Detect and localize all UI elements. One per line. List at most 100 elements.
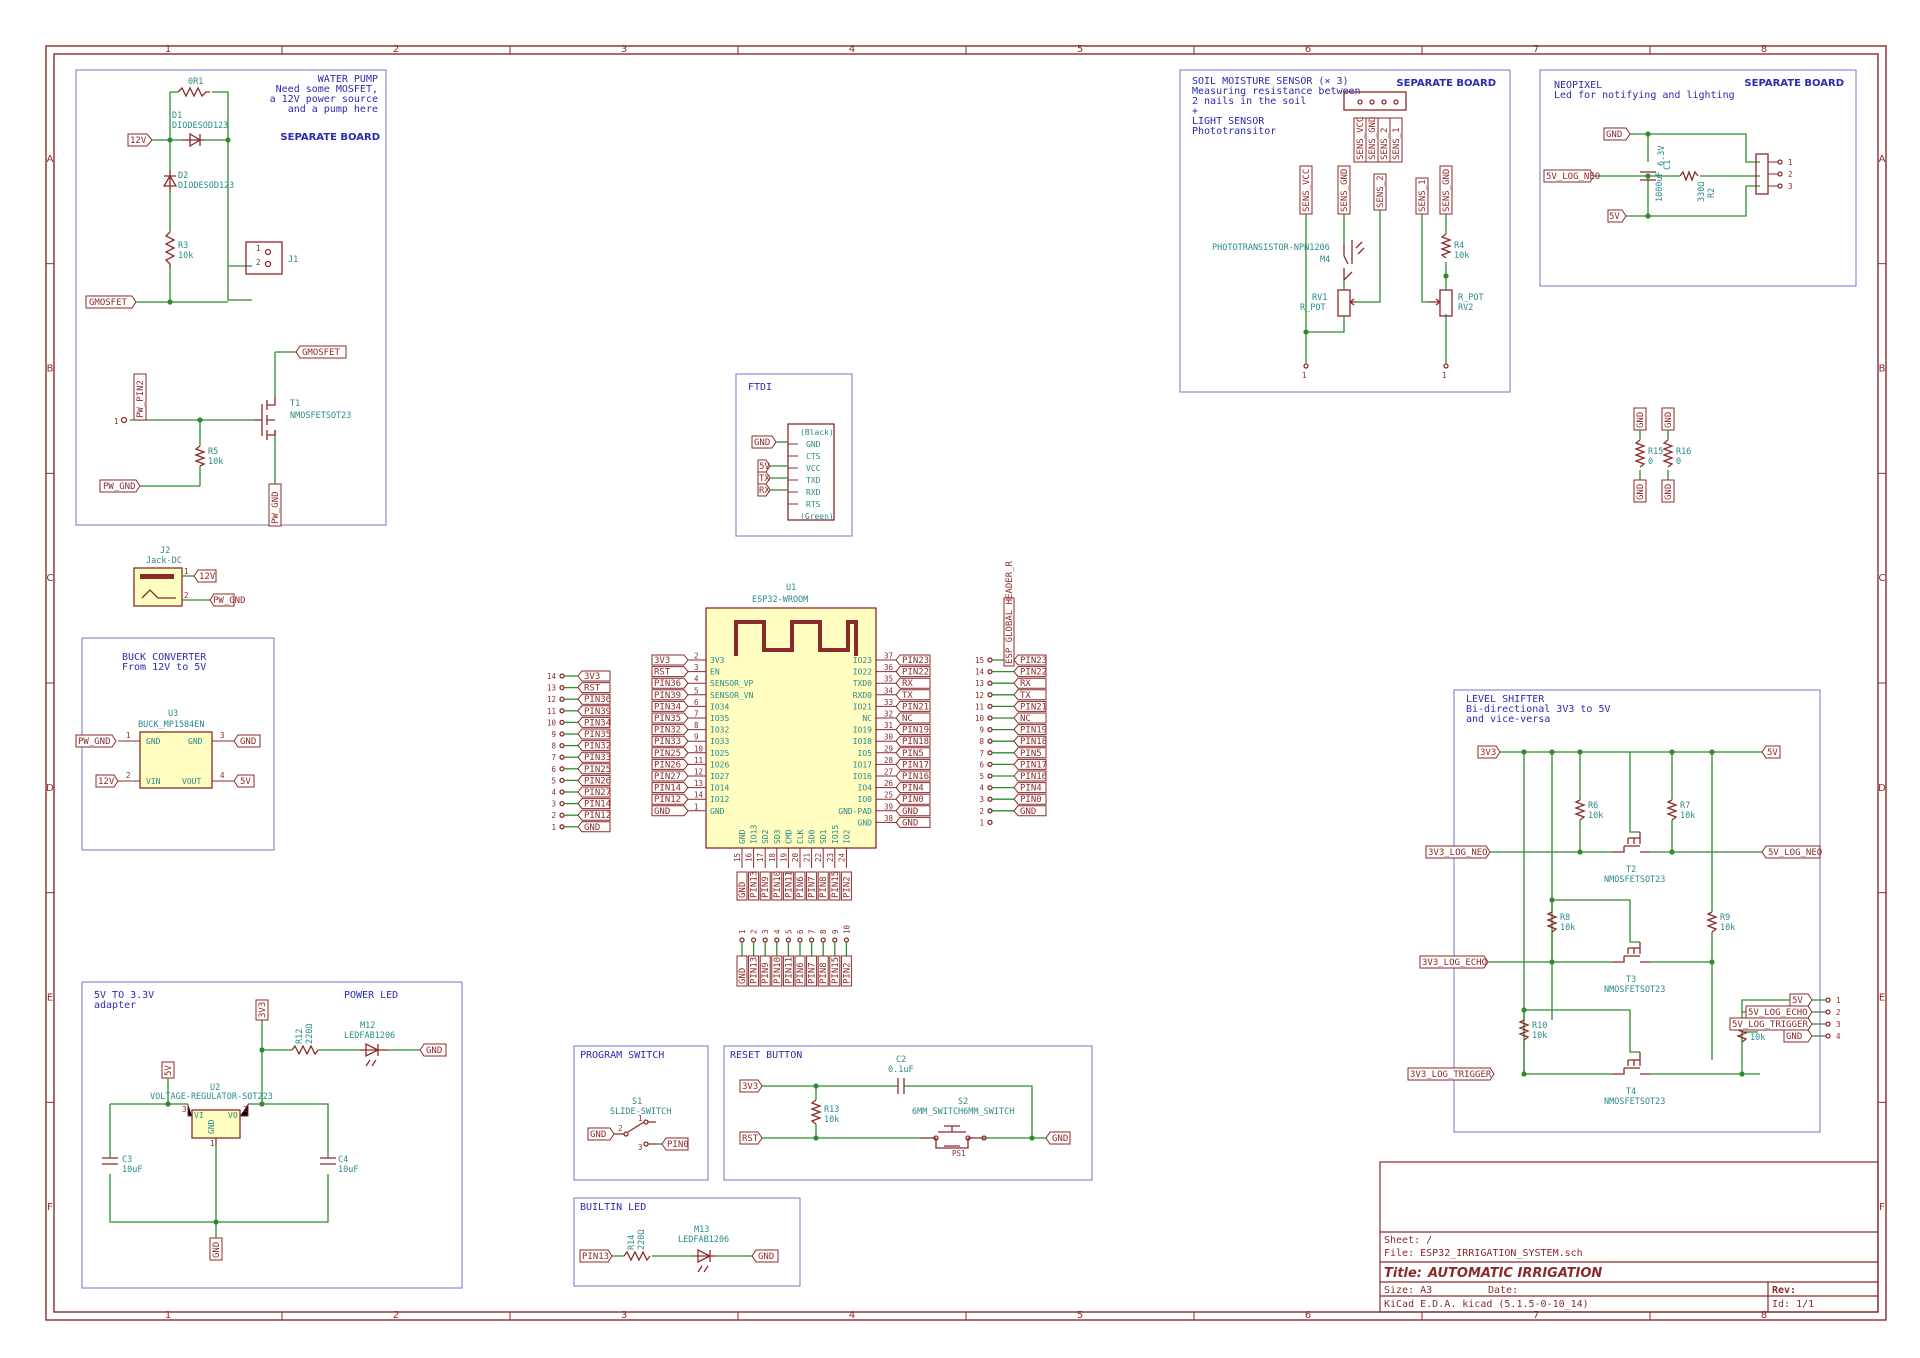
header-pin [750,937,757,943]
header-pin-number: 8 [819,929,828,934]
header-pin [987,750,993,756]
net-tag-gnd-ls-conn: GND [1783,1029,1813,1043]
header-pin-number: 4 [551,788,556,797]
svg-text:5V: 5V [1792,996,1803,1006]
header-net-label: PIN36 [584,695,611,705]
header-pin-number: 5 [979,772,984,781]
svg-text:TX: TX [759,474,770,484]
tb-sheet: Sheet: / [1384,1235,1432,1246]
col-label-top: 2 [393,44,399,55]
svg-text:GND: GND [758,1252,774,1262]
r2-value: 330Ω [1697,182,1707,202]
esp-pin-name: SD3 [773,829,782,844]
r8-value: 10k [1560,923,1575,933]
header-pin-number: 6 [979,760,984,769]
esp-pin-number: 9 [694,733,699,742]
d1-diode [182,132,204,148]
u3-pin4: 4 [220,771,225,780]
net-tag-5v-neo: 5V [1607,209,1627,223]
junction [1303,329,1309,335]
r6-ref: R6 [1588,801,1598,811]
net-tag-sens-gnd: SENS_GND [1337,165,1351,215]
junction [165,1101,171,1107]
header-net-label: PIN21 [1020,702,1047,712]
esp-net-label: PIN10 [773,871,783,898]
r13-value: 10k [824,1115,839,1125]
u1-ref: U1 [786,583,796,593]
header-net-label: PIN33 [584,753,611,763]
net-tag-header-left: PIN27 [577,786,611,798]
t3-value: NMOSFETSOT23 [1604,985,1665,995]
j2-num2: 2 [184,591,189,600]
d2-diode [162,170,178,192]
r8-ref: R8 [1560,913,1570,923]
r14-resistor [623,1250,651,1262]
col-label-top: 7 [1533,44,1539,55]
net-tag-esp-right: PIN4 [895,782,931,794]
title-block-frame [1379,1161,1879,1313]
u1-value: ESP32-WROOM [752,595,808,605]
c1-value: 1000uF [1655,171,1665,202]
j1-connector [245,241,283,275]
net-tag-header-right: PIN22 [1013,666,1047,678]
tb-size: Size: A3 [1384,1285,1432,1296]
s1-ref: S1 [632,1097,642,1107]
u3-ref: U3 [168,709,178,719]
t2-ref: T2 [1626,865,1636,875]
header-pin-number: 3 [979,795,984,804]
esp-pin-number: 10 [694,744,704,753]
tb-date: Date: [1488,1285,1518,1296]
header-net-label: PIN2 [842,962,852,984]
builtin-led-section: BUILTIN LED R14 220Ω M13 LEDFAB1206 PIN1… [573,1197,801,1287]
header-net-label: PIN12 [584,811,611,821]
header-pin-number: 1 [551,823,556,832]
svg-text:3V3_LOG_NEO: 3V3_LOG_NEO [1428,848,1488,858]
junction [1521,1007,1527,1013]
svg-text:PIN13: PIN13 [582,1252,609,1262]
r1-resistor [177,86,210,98]
svg-text:SENS_2: SENS_2 [1376,175,1386,208]
esp-pin-name: SENSOR_VN [710,691,754,700]
net-tag-3v3-log-neo: 3V3_LOG_NEO [1425,845,1491,859]
col-label-top: 3 [621,44,627,55]
svg-text:3V3_LOG_ECHO: 3V3_LOG_ECHO [1422,958,1487,968]
net-tag-esp-left: PIN39 [651,689,689,701]
rv1-value: R_POT [1300,303,1326,313]
header-pin [987,808,993,814]
net-tag-esp-left: PIN36 [651,677,689,689]
esp-net-label: PIN7 [808,876,818,898]
row-label-right: D [1878,783,1886,794]
header-pin-number: 9 [831,929,840,934]
m13-value: LEDFAB1206 [678,1235,729,1245]
ls-conn-number: 3 [1836,1020,1841,1029]
esp-pin-number: 5 [694,686,699,695]
esp-pin-number: 15 [733,853,742,862]
net-tag-5v-log-trigger: 5V_LOG_TRIGGER [1729,1017,1813,1031]
net-tag-5v-ls-conn: 5V [1789,993,1813,1007]
svg-text:SENS_GND: SENS_GND [1442,169,1452,212]
ls-conn-number: 1 [1836,996,1841,1005]
esp-pin-name: IO34 [710,702,729,711]
d2-value: DIODESOD123 [178,181,234,191]
header-pin [987,715,993,721]
esp-pin-number: 17 [756,853,765,862]
esp-net-label: RST [654,668,671,678]
u2-value: VOLTAGE-REGULATOR-SOT223 [150,1092,273,1102]
d2-ref: D2 [178,171,188,181]
water-pump-section: WATER PUMP Need some MOSFET, a 12V power… [75,69,387,527]
net-tag-gnd-r16-bot: GND [1661,479,1675,503]
net-tag-esp-right: PIN18 [895,735,931,747]
header-net-label: PIN14 [584,800,611,810]
net-tag-gnd-reset: GND [1045,1131,1071,1145]
junction [1521,749,1527,755]
d1-value: DIODESOD123 [172,121,228,131]
esp-pin-number: 19 [779,853,788,862]
soil-conn-labels: SENS_VCC SENS_GND SENS_2 SENS_1 [1353,117,1403,163]
esp-pin-number: 27 [884,768,893,777]
r16-ref: R16 [1676,447,1691,457]
svg-text:SENS_1: SENS_1 [1418,179,1428,212]
esp-net-label: PIN39 [654,691,681,701]
neopixel-section: NEOPIXEL Led for notifying and lighting … [1539,69,1857,287]
row-label-left: E [47,993,53,1004]
header-net-label: RX [1020,679,1031,689]
